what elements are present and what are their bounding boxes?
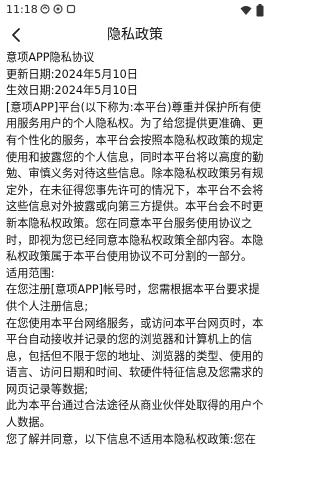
scope-item-registration: 在您注册[意项APP]帐号时，您需根据本平台要求提供个人注册信息; (6, 283, 260, 313)
status-right-icons (240, 4, 264, 17)
scope-item-partners: 此为本平台通过合法途径从商业伙伴处取得的用户个人数据。 (6, 399, 264, 430)
page-title: 隐私政策 (107, 27, 163, 43)
exclusion-paragraph: 您了解并同意，以下信息不适用本隐私权政策:您在 (6, 432, 256, 446)
scope-item-usage: 在您使用本平台网络服务，或访问本平台网页时，本平台自动接收并记录的您的浏览器和计… (6, 316, 264, 396)
status-time: 11:18 (6, 3, 38, 16)
app-notification-icon (53, 4, 63, 14)
effective-date: 生效日期:2024年5月10日 (6, 84, 138, 98)
scope-heading: 适用范围: (6, 266, 55, 280)
policy-content: 意项APP隐私协议 更新日期:2024年5月10日 生效日期:2024年5月10… (6, 50, 266, 480)
battery-icon (256, 4, 264, 17)
update-date: 更新日期:2024年5月10日 (6, 67, 138, 81)
app-bar: 隐私政策 (0, 20, 270, 50)
wifi-icon (240, 6, 252, 15)
app-notification-icon (40, 4, 50, 14)
policy-intro-paragraph: [意项APP]平台(以下称为:本平台)尊重并保护所有使用服务用户的个人隐私权。为… (6, 100, 264, 264)
app-notification-icon (66, 4, 76, 14)
policy-heading: 意项APP隐私协议 (6, 51, 95, 64)
status-bar: 11:18 (0, 0, 270, 20)
status-left-icons (40, 4, 76, 14)
